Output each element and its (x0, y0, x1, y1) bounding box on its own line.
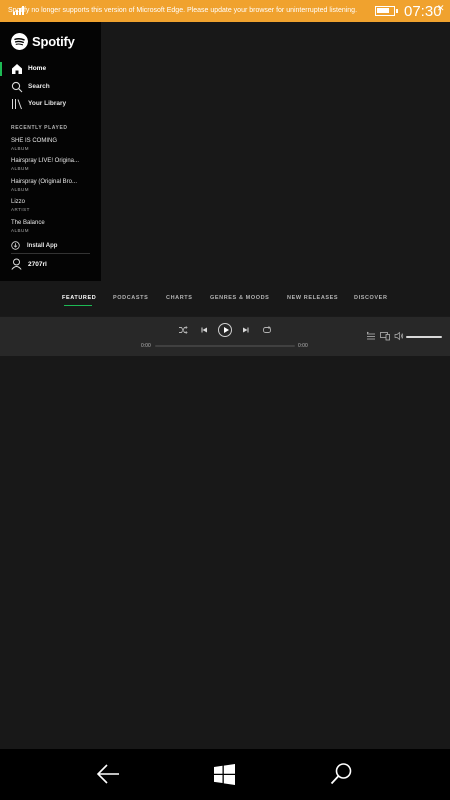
battery-icon (375, 6, 398, 16)
volume-slider[interactable] (406, 336, 442, 338)
play-button[interactable] (218, 323, 232, 337)
active-tab-indicator (64, 305, 92, 306)
sidebar-item-search[interactable]: Search (0, 79, 101, 95)
browse-tabs: FEATURED PODCASTS CHARTS GENRES & MOODS … (0, 295, 450, 307)
install-app-label: Install App (27, 242, 58, 249)
user-icon (11, 258, 22, 270)
next-icon[interactable] (239, 323, 253, 337)
tab-genres-moods[interactable]: GENRES & MOODS (210, 295, 269, 301)
recent-item[interactable]: Lizzo ARTIST (11, 198, 96, 213)
spotify-logo[interactable]: Spotify (11, 33, 75, 50)
tab-discover[interactable]: DISCOVER (354, 295, 388, 301)
system-nav-bar (0, 749, 450, 800)
search-icon[interactable] (330, 762, 353, 785)
duration-time: 0:00 (298, 343, 308, 349)
elapsed-time: 0:00 (141, 343, 151, 349)
recent-item[interactable]: The Balance ALBUM (11, 219, 96, 234)
recent-item[interactable]: Hairspray (Original Bro... ALBUM (11, 178, 96, 193)
spotify-logo-icon (11, 33, 28, 50)
clock: 07:30 (404, 3, 442, 20)
recent-item-title: Lizzo (11, 199, 26, 205)
recent-item-type: ALBUM (11, 228, 30, 233)
recent-item-type: ARTIST (11, 207, 30, 212)
repeat-icon[interactable] (260, 323, 274, 337)
sidebar-item-home[interactable]: Home (0, 61, 101, 77)
recent-item-title: The Balance (11, 220, 45, 226)
close-icon[interactable]: ✕ (437, 3, 445, 13)
tab-podcasts[interactable]: PODCASTS (113, 295, 148, 301)
download-icon (11, 241, 20, 250)
volume-icon[interactable] (394, 331, 404, 341)
search-icon (11, 81, 23, 93)
previous-icon[interactable] (197, 323, 211, 337)
sidebar-item-label: Home (28, 65, 47, 72)
shuffle-icon[interactable] (176, 323, 190, 337)
now-playing-bar: 0:00 0:00 (0, 316, 450, 356)
brand-name: Spotify (32, 34, 75, 49)
recent-item-type: ALBUM (11, 187, 30, 192)
queue-icon[interactable] (366, 331, 376, 341)
install-app-button[interactable]: Install App (11, 241, 57, 250)
sidebar-item-label: Your Library (28, 100, 67, 107)
divider (11, 253, 90, 254)
library-icon (12, 99, 22, 110)
active-indicator (0, 62, 2, 76)
recently-played-heading: RECENTLY PLAYED (11, 125, 68, 131)
sidebar: Spotify Home Search Your Library RECENTL… (0, 22, 101, 281)
banner-message: Spotify no longer supports this version … (8, 7, 358, 14)
windows-start-icon[interactable] (214, 764, 235, 785)
recent-item-type: ALBUM (11, 166, 30, 171)
back-arrow-icon[interactable] (96, 763, 120, 785)
tab-featured[interactable]: FEATURED (62, 295, 96, 301)
recent-item-title: SHE IS COMING (11, 138, 58, 144)
recent-item-type: ALBUM (11, 146, 30, 151)
recent-item[interactable]: Hairspray LIVE! Origina... ALBUM (11, 157, 96, 172)
recent-item[interactable]: SHE IS COMING ALBUM (11, 137, 96, 152)
recent-item-title: Hairspray (Original Bro... (11, 179, 78, 185)
sidebar-item-library[interactable]: Your Library (0, 96, 101, 112)
sidebar-item-label: Search (28, 83, 50, 90)
update-banner: Spotify no longer supports this version … (0, 0, 450, 22)
username: 2707rl (28, 260, 47, 268)
home-icon (12, 64, 22, 74)
progress-bar[interactable] (155, 345, 295, 347)
user-profile[interactable]: 2707rl (11, 258, 47, 270)
tab-new-releases[interactable]: NEW RELEASES (287, 295, 338, 301)
recent-item-title: Hairspray LIVE! Origina... (11, 158, 80, 164)
connect-device-icon[interactable] (380, 331, 390, 341)
tab-charts[interactable]: CHARTS (166, 295, 193, 301)
